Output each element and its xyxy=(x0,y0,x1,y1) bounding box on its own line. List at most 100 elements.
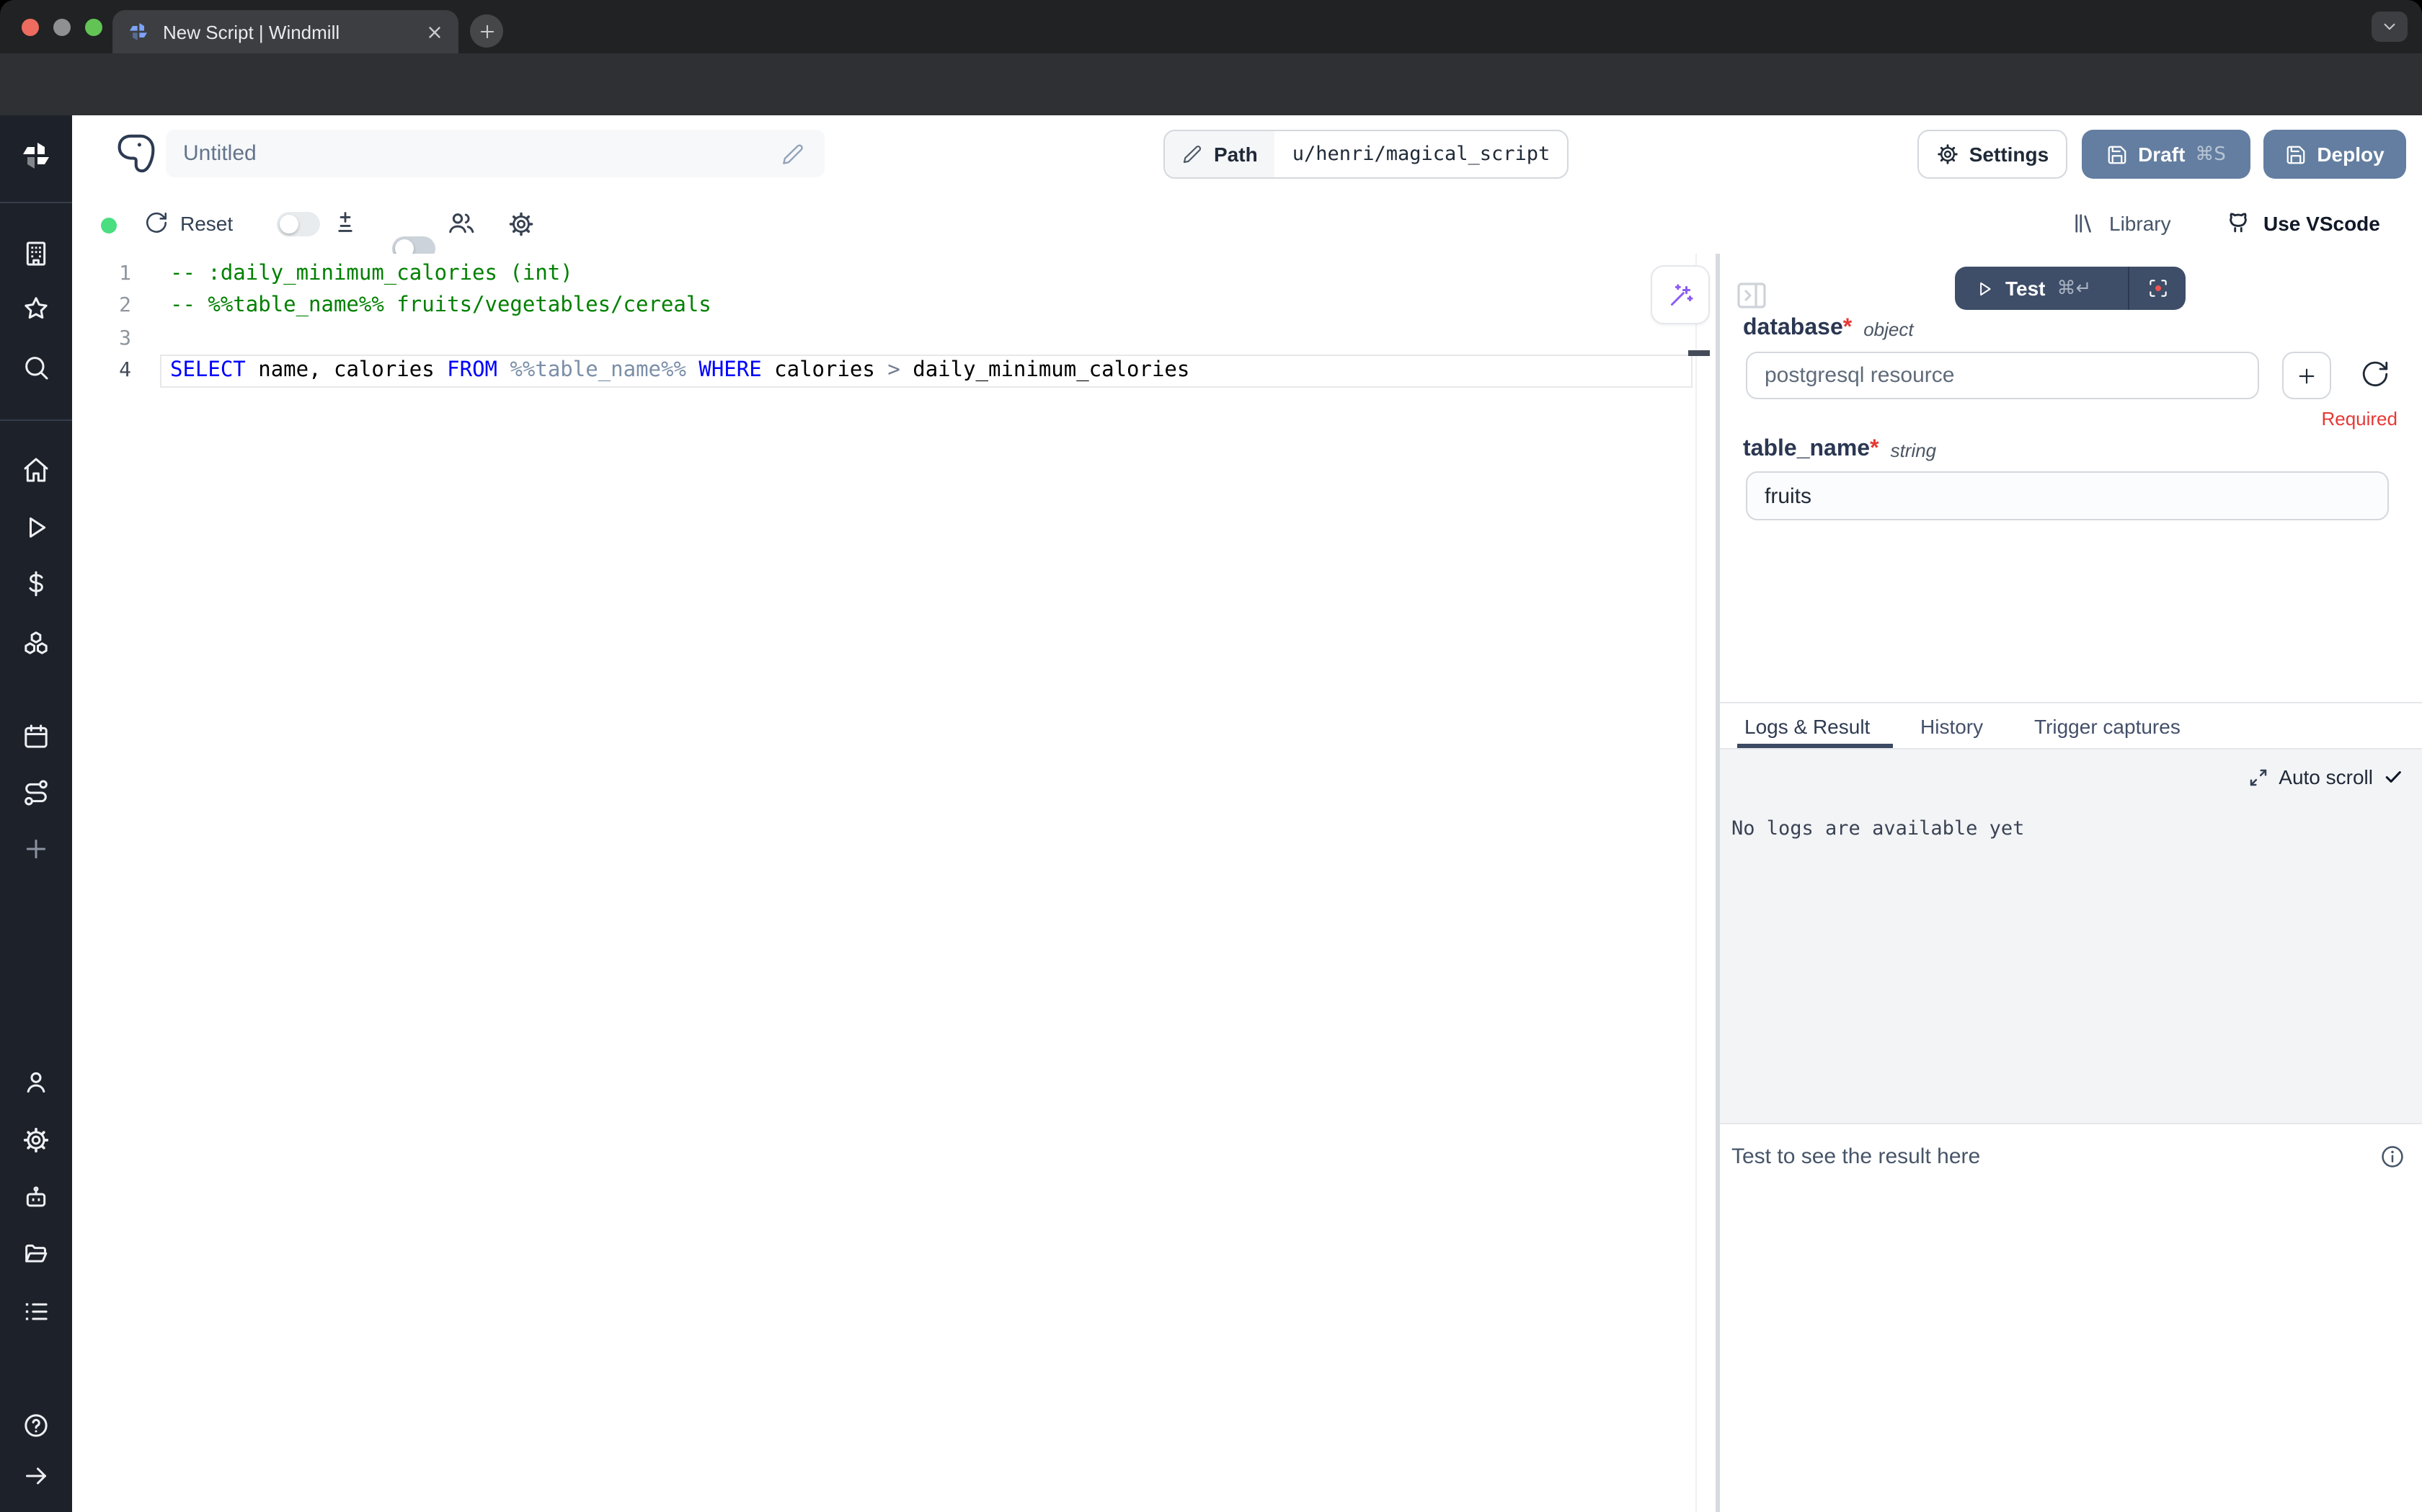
path-value: u/henri/magical_script xyxy=(1275,131,1568,177)
tab-close-icon[interactable] xyxy=(425,22,444,41)
draft-shortcut: ⌘S xyxy=(2195,143,2226,165)
path-chip[interactable]: Path u/henri/magical_script xyxy=(1163,130,1569,179)
traffic-light-minimize[interactable] xyxy=(53,19,71,36)
database-field-label-row: database* object xyxy=(1743,316,1914,342)
deploy-button[interactable]: Deploy xyxy=(2263,130,2406,179)
library-label: Library xyxy=(2109,212,2171,235)
browser-toolbar: app.windmill.dev/scripts/add#JTdCJTIyaGF… xyxy=(0,53,2422,115)
schedules-calendar-icon[interactable] xyxy=(22,722,50,751)
test-button-label: Test xyxy=(2005,277,2046,300)
plus-icon xyxy=(476,21,497,41)
editor-ruler-line xyxy=(1695,254,1697,1512)
table-name-field-type: string xyxy=(1891,439,1937,461)
table-name-field-name: table_name xyxy=(1743,437,1870,463)
use-vscode-button[interactable]: Use VScode xyxy=(2224,209,2380,236)
variables-dollar-icon[interactable] xyxy=(22,569,50,598)
workspace-building-icon[interactable] xyxy=(22,239,50,268)
settings-button-label: Settings xyxy=(1969,143,2049,166)
edit-pencil-icon[interactable] xyxy=(781,142,804,165)
database-field-name: database xyxy=(1743,316,1843,342)
capture-run-button[interactable] xyxy=(2128,267,2186,310)
tab-search-button[interactable] xyxy=(2372,12,2408,42)
auto-scroll-control[interactable]: Auto scroll xyxy=(2247,765,2403,788)
code-line-4[interactable]: SELECT name, calories FROM %%table_name%… xyxy=(170,355,1189,388)
refresh-icon xyxy=(144,210,169,235)
postgresql-elephant-icon xyxy=(112,130,160,177)
result-panel: Test to see the result here xyxy=(1720,1123,2422,1512)
audit-logs-list-icon[interactable] xyxy=(22,1297,50,1326)
deploy-button-label: Deploy xyxy=(2317,143,2384,166)
windmill-favicon xyxy=(127,20,150,43)
save-icon xyxy=(2285,143,2307,165)
code-editor[interactable] xyxy=(72,254,1716,1512)
database-resource-input[interactable] xyxy=(1746,352,2259,399)
tab-logs-result[interactable]: Logs & Result xyxy=(1744,715,1870,738)
table-name-field-label-row: table_name* string xyxy=(1743,437,1936,463)
database-field-type: object xyxy=(1863,318,1913,339)
auto-scroll-label: Auto scroll xyxy=(2279,765,2373,788)
add-resource-button[interactable] xyxy=(2282,352,2331,399)
logs-empty-text: No logs are available yet xyxy=(1731,817,2024,840)
triggers-route-icon[interactable] xyxy=(22,778,50,807)
home-icon[interactable] xyxy=(22,455,50,484)
browser-tab[interactable]: New Script | Windmill xyxy=(112,10,458,53)
save-icon xyxy=(2106,143,2128,165)
diff-mode-toggle[interactable] xyxy=(277,212,320,236)
editor-settings-gear-icon[interactable] xyxy=(507,210,535,238)
reset-label: Reset xyxy=(180,211,233,234)
script-title-field[interactable] xyxy=(166,130,825,177)
runs-play-icon[interactable] xyxy=(22,513,50,542)
capture-icon xyxy=(2146,277,2169,300)
collapse-panel-icon[interactable] xyxy=(1734,278,1769,313)
multiplayer-users-icon xyxy=(447,209,476,238)
required-validation-text: Required xyxy=(1746,408,2397,430)
expand-sidebar-icon[interactable] xyxy=(22,1462,50,1490)
tab-trigger-captures[interactable]: Trigger captures xyxy=(2034,715,2181,738)
code-line-2[interactable]: -- %%table_name%% fruits/vegetables/cere… xyxy=(170,290,711,323)
reset-button[interactable]: Reset xyxy=(144,210,233,235)
line-number: 2 xyxy=(72,290,131,323)
tab-history[interactable]: History xyxy=(1920,715,1983,738)
folders-icon[interactable] xyxy=(22,1240,50,1268)
info-icon[interactable] xyxy=(2379,1143,2406,1170)
test-button[interactable]: Test ⌘↵ xyxy=(1955,267,2128,310)
magic-wand-icon xyxy=(1666,280,1695,309)
required-asterisk: * xyxy=(1870,437,1878,463)
sidebar-divider xyxy=(0,202,72,203)
overview-ruler-cursor-mark xyxy=(1688,350,1710,356)
add-plus-icon[interactable] xyxy=(22,835,50,863)
path-chip-label: Path xyxy=(1165,131,1275,177)
diff-plusminus-icon xyxy=(332,209,359,236)
script-title-input[interactable] xyxy=(166,141,781,166)
help-icon[interactable] xyxy=(22,1411,50,1440)
search-icon[interactable] xyxy=(22,353,50,382)
draft-button[interactable]: Draft ⌘S xyxy=(2082,130,2250,179)
required-asterisk: * xyxy=(1843,316,1852,342)
logs-panel: Auto scroll No logs are available yet xyxy=(1720,750,2422,1123)
users-person-icon[interactable] xyxy=(22,1068,50,1097)
favorites-star-icon[interactable] xyxy=(22,294,50,323)
ai-assistant-wand-button[interactable] xyxy=(1651,265,1710,324)
chevron-down-icon xyxy=(2380,17,2399,36)
refresh-resources-icon[interactable] xyxy=(2360,359,2390,389)
tab-title: New Script | Windmill xyxy=(163,21,425,43)
library-icon xyxy=(2072,210,2098,236)
table-name-input[interactable] xyxy=(1746,471,2389,520)
traffic-light-zoom[interactable] xyxy=(85,19,102,36)
browser-tab-strip: New Script | Windmill xyxy=(0,0,2422,53)
expand-logs-icon[interactable] xyxy=(2247,766,2268,788)
tabs-top-border xyxy=(1720,702,2422,703)
settings-button[interactable]: Settings xyxy=(1917,130,2067,179)
sidebar-divider xyxy=(0,419,72,421)
settings-gear-icon[interactable] xyxy=(22,1126,50,1155)
line-number: 1 xyxy=(72,258,131,291)
code-line-1[interactable]: -- :daily_minimum_calories (int) xyxy=(170,258,573,291)
resources-cubes-icon[interactable] xyxy=(22,628,50,657)
traffic-light-close[interactable] xyxy=(22,19,39,36)
new-tab-button[interactable] xyxy=(470,14,503,48)
workers-robot-icon[interactable] xyxy=(22,1183,50,1212)
draft-button-label: Draft xyxy=(2138,143,2185,166)
plus-icon xyxy=(2295,364,2318,387)
windmill-logo[interactable] xyxy=(19,138,53,173)
library-button[interactable]: Library xyxy=(2072,210,2171,236)
